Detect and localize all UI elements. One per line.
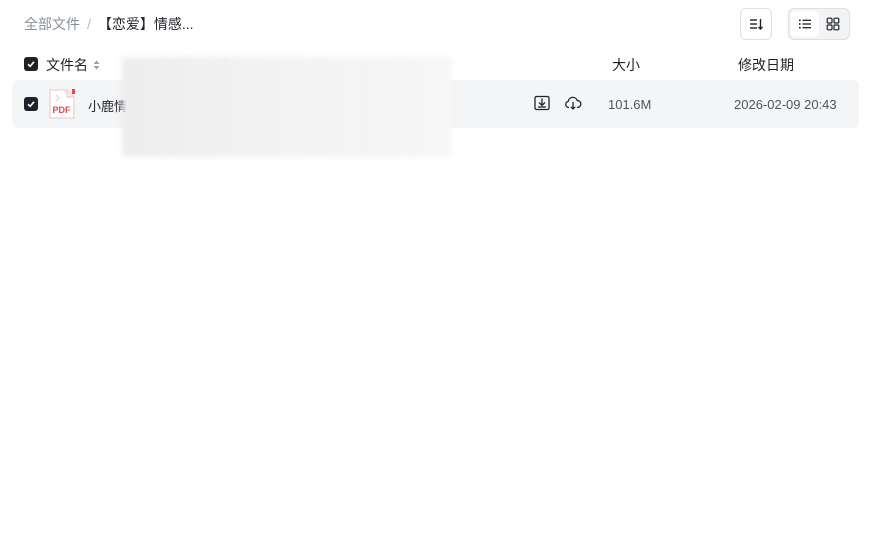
view-toggle: [788, 8, 850, 40]
download-icon[interactable]: [533, 94, 551, 112]
column-name-label: 文件名: [46, 57, 88, 73]
checkmark-icon: [27, 101, 35, 108]
grid-view-button[interactable]: [819, 11, 847, 37]
pdf-label: PDF: [53, 105, 72, 115]
select-all-checkbox[interactable]: [24, 57, 38, 71]
checkmark-icon: [27, 61, 35, 68]
breadcrumb-separator: /: [87, 16, 91, 32]
breadcrumb: 全部文件 / 【恋爱】情感...: [24, 14, 194, 34]
list-view-icon: [799, 19, 811, 29]
sort-button[interactable]: [740, 8, 772, 40]
file-size: 101.6M: [608, 97, 652, 112]
pdf-file-icon: PDF: [49, 89, 75, 119]
file-modified-date: 2026-02-09 20:43: [734, 97, 837, 112]
grid-view-icon: [826, 17, 840, 31]
row-checkbox[interactable]: [24, 97, 38, 111]
breadcrumb-current: 【恋爱】情感...: [97, 16, 194, 32]
column-date-header: 修改日期: [738, 57, 794, 73]
cloud-save-icon[interactable]: [564, 94, 582, 112]
blurred-region: [122, 57, 452, 157]
file-browser: 全部文件 / 【恋爱】情感... 文件名 大小 修改日期 PDF 小鹿情 101…: [0, 0, 874, 538]
breadcrumb-root[interactable]: 全部文件: [24, 14, 80, 34]
sort-caret-icon[interactable]: [93, 60, 100, 70]
list-view-button[interactable]: [791, 11, 819, 37]
column-size-header: 大小: [612, 57, 640, 73]
column-name-header[interactable]: 文件名: [46, 55, 100, 75]
sort-descending-icon: [750, 19, 763, 30]
